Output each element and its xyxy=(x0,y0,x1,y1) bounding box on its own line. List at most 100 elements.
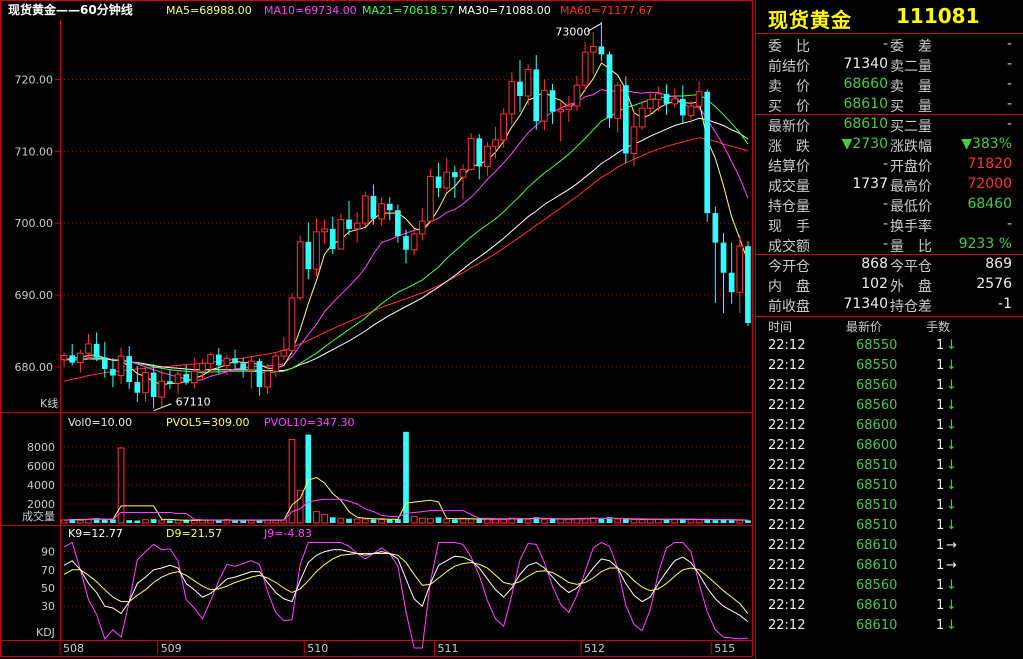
candle-body xyxy=(435,176,442,188)
candle-body xyxy=(158,380,166,398)
quote-row: 前收盘 71340 持仓差 -1 xyxy=(756,296,1023,316)
kdj-panel-label: KDJ xyxy=(36,626,55,639)
quote-value: 868 xyxy=(861,256,888,272)
volume-legend-0: Vol0=10.00 xyxy=(68,416,132,429)
candle-body xyxy=(150,372,157,398)
tick-price: 68610 xyxy=(856,618,898,633)
volume-bar xyxy=(720,519,727,523)
candle-body xyxy=(280,349,288,357)
volume-bar xyxy=(418,517,426,524)
tick-price: 68600 xyxy=(856,438,898,453)
candle-body xyxy=(517,81,523,97)
tick-count: 1 xyxy=(936,378,945,393)
tick-row: 22:12 68550 1 ↓ xyxy=(756,338,1023,358)
candle-body xyxy=(614,84,622,119)
tick-price: 68550 xyxy=(856,358,898,373)
candle-body xyxy=(704,91,711,214)
candle-body xyxy=(93,343,100,358)
tick-price: 68610 xyxy=(856,538,898,553)
quote-value: - xyxy=(882,216,888,232)
quote-value: 68610 xyxy=(843,116,888,132)
volume-bar xyxy=(524,518,532,524)
tick-row: 22:12 68550 1 ↓ xyxy=(756,358,1023,378)
tick-price: 68610 xyxy=(856,558,898,573)
quote-value: 68660 xyxy=(843,76,888,92)
tick-count: 1 xyxy=(936,518,945,533)
candle-body xyxy=(264,370,271,388)
kdj-j-line xyxy=(63,541,748,649)
tick-row: 22:12 68510 1 ↓ xyxy=(756,518,1023,538)
quote-value: 72000 xyxy=(967,176,1012,192)
divider xyxy=(756,254,1023,255)
volume-bar xyxy=(395,519,401,523)
volume-bar xyxy=(150,519,157,523)
quote-row: 委 比-委 差- xyxy=(756,36,1023,56)
quote-row: 卖 价 68660 卖 量 - xyxy=(756,76,1023,96)
ma-legend-4: MA60=71177.67 xyxy=(560,4,653,17)
tick-direction: ↓ xyxy=(946,458,957,473)
tick-time: 22:12 xyxy=(768,558,806,573)
volume-panel-label: 成交量 xyxy=(22,509,55,523)
quote-label: 外 盘 xyxy=(890,279,932,295)
candle-body xyxy=(69,355,76,363)
y-tick-label: 690.00 xyxy=(15,289,54,302)
tick-row: 22:12 68560 1 ↓ xyxy=(756,578,1023,598)
tick-time: 22:12 xyxy=(768,598,806,613)
quote-value: - xyxy=(882,36,888,52)
tick-row: 22:12 68610 1 ↓ xyxy=(756,618,1023,638)
candle-body xyxy=(427,175,434,222)
tick-direction: → xyxy=(946,538,957,553)
volume-bar xyxy=(215,520,222,523)
volume-bar xyxy=(403,431,409,523)
tick-direction: ↓ xyxy=(946,358,957,373)
chart-frame xyxy=(0,0,753,657)
quote-label: 买 量 xyxy=(890,99,932,115)
quote-value: - xyxy=(1006,216,1012,232)
tick-count: 1 xyxy=(936,398,945,413)
candle-body xyxy=(288,297,296,351)
candle-body xyxy=(663,93,670,104)
quote-value: - xyxy=(1006,36,1012,52)
tick-row: 22:12 68610 1 → xyxy=(756,538,1023,558)
volume-bar xyxy=(117,447,125,524)
tick-count: 1 xyxy=(936,618,945,633)
tick-direction: → xyxy=(946,558,957,573)
candle-body xyxy=(353,222,361,230)
quote-row: 前结价 71340 卖二量 - xyxy=(756,56,1023,76)
tick-count: 1 xyxy=(936,458,945,473)
volume-bar xyxy=(305,434,312,523)
candle-body xyxy=(622,85,629,154)
volume-bar xyxy=(190,520,198,524)
tick-price: 68560 xyxy=(856,578,898,593)
y-tick-label: 720.00 xyxy=(15,73,54,86)
tick-time: 22:12 xyxy=(768,338,806,353)
candle-body xyxy=(492,139,499,147)
quote-label: 现 手 xyxy=(768,219,810,235)
quote-row: 持仓量 - 最低价 68460 xyxy=(756,196,1023,216)
tick-row: 22:12 68600 1 ↓ xyxy=(756,418,1023,438)
volume-bar xyxy=(126,520,133,523)
ma-legend-1: MA10=69734.00 xyxy=(264,4,357,17)
quote-value: 869 xyxy=(985,256,1012,272)
quote-label: 换手率 xyxy=(890,219,932,235)
volume-bar xyxy=(110,519,116,523)
candle-body xyxy=(101,357,108,370)
tick-direction: ↓ xyxy=(946,578,957,593)
candle-body xyxy=(476,138,483,167)
candle-body xyxy=(581,51,589,86)
quote-label: 涨跌幅 xyxy=(890,139,932,155)
candle-body xyxy=(85,343,92,354)
quote-label: 前收盘 xyxy=(768,299,810,315)
quote-label: 持仓差 xyxy=(890,299,932,315)
candle-body xyxy=(60,354,68,361)
candle-body xyxy=(378,203,385,220)
tick-row: 22:12 68560 1 ↓ xyxy=(756,398,1023,418)
quote-label: 持仓量 xyxy=(768,199,810,215)
quote-label: 成交量 xyxy=(768,179,810,195)
candle-body xyxy=(541,89,548,122)
volume-bar xyxy=(134,520,141,523)
candle-body xyxy=(386,203,393,211)
candle-body xyxy=(207,354,214,364)
tick-price: 68510 xyxy=(856,478,898,493)
candle-body xyxy=(736,245,744,293)
